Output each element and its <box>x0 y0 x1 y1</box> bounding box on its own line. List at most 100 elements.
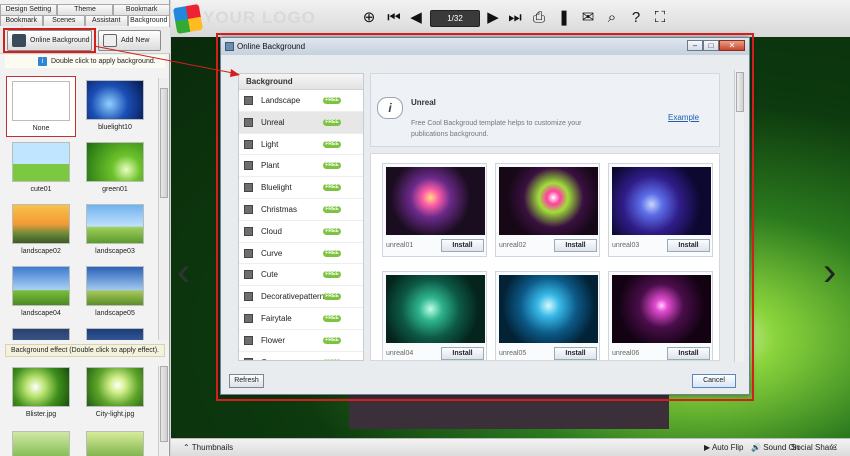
background-item-landscape05[interactable]: landscape05 <box>80 266 150 317</box>
template-card[interactable]: unreal05 Install <box>495 271 600 360</box>
tab-background[interactable]: Background <box>127 15 170 26</box>
effect-item-partial[interactable] <box>80 431 150 456</box>
category-item[interactable]: Landscape FREE <box>239 90 363 112</box>
category-checkbox[interactable] <box>244 161 253 171</box>
category-checkbox[interactable] <box>244 292 253 302</box>
online-background-button[interactable]: Online Background <box>7 30 92 51</box>
background-item-partial[interactable] <box>80 328 150 340</box>
tab-scenes[interactable]: Scenes <box>42 15 85 26</box>
previous-arrow-icon[interactable]: ‹ <box>177 242 191 302</box>
maximize-button[interactable]: □ <box>703 40 719 51</box>
background-label: landscape04 <box>21 310 61 317</box>
effect-hint: Background effect (Double click to apply… <box>5 344 165 357</box>
background-item-landscape03[interactable]: landscape03 <box>80 204 150 255</box>
template-card[interactable]: unreal04 Install <box>382 271 487 360</box>
scrollbar-thumb[interactable] <box>160 88 168 198</box>
tab-bookmark[interactable]: Bookmark <box>113 4 171 15</box>
category-checkbox[interactable] <box>244 313 253 323</box>
next-page-icon[interactable]: ▶ <box>485 10 501 26</box>
effect-item-blister[interactable]: Blister.jpg <box>6 367 76 418</box>
category-item[interactable]: Decorativepattern FREE <box>239 286 363 308</box>
dialog-title-bar[interactable]: Online Background – □ ✕ <box>221 38 749 55</box>
scrollbar-thumb[interactable] <box>160 366 168 442</box>
category-checkbox[interactable] <box>244 357 253 360</box>
template-card[interactable]: unreal06 Install <box>608 271 713 360</box>
first-page-icon[interactable]: ⏮ <box>386 10 402 26</box>
effect-item-city-light[interactable]: City-light.jpg <box>80 367 150 418</box>
category-checkbox[interactable] <box>244 183 253 193</box>
fullscreen-icon[interactable]: ⛶ <box>652 10 668 26</box>
install-button[interactable]: Install <box>667 239 710 252</box>
background-label: green01 <box>102 186 128 193</box>
add-new-button[interactable]: Add New <box>98 30 161 51</box>
search-icon[interactable]: ⌕ <box>604 10 620 26</box>
category-item[interactable]: Bluelight FREE <box>239 177 363 199</box>
background-item-cute01[interactable]: cute01 <box>6 142 76 193</box>
bookmark-icon[interactable]: ❚ <box>556 10 572 26</box>
minimize-button[interactable]: – <box>687 40 703 51</box>
category-item[interactable]: Green FREE <box>239 352 363 360</box>
category-item[interactable]: Unreal FREE <box>239 111 363 134</box>
category-item[interactable]: Plant FREE <box>239 155 363 178</box>
cancel-button[interactable]: Cancel <box>692 374 736 388</box>
fullscreen-bottom-icon[interactable]: ⛶ <box>831 439 837 456</box>
category-label: Plant <box>261 161 280 171</box>
background-item-bluelight10[interactable]: bluelight10 <box>80 80 150 131</box>
last-page-icon[interactable]: ⏭ <box>507 10 523 26</box>
tab-theme[interactable]: Theme <box>56 4 114 15</box>
category-item[interactable]: Light FREE <box>239 134 363 156</box>
refresh-button[interactable]: Refresh <box>229 374 264 388</box>
background-item-none[interactable]: None <box>6 76 76 137</box>
template-card[interactable]: unreal02 Install <box>495 163 600 257</box>
free-badge: FREE <box>323 358 341 360</box>
category-label: Fairytale <box>261 313 292 323</box>
close-button[interactable]: ✕ <box>719 40 745 51</box>
auto-flip-button[interactable]: ▶ Auto Flip <box>704 439 744 456</box>
tab-design-setting[interactable]: Design Setting <box>0 4 57 15</box>
page-indicator[interactable]: 1/32 <box>430 10 480 27</box>
scrollbar-thumb[interactable] <box>736 72 744 112</box>
category-checkbox[interactable] <box>244 226 253 236</box>
effect-thumb <box>12 367 70 407</box>
category-checkbox[interactable] <box>244 96 253 105</box>
next-arrow-icon[interactable]: › <box>823 242 837 302</box>
category-item[interactable]: Cloud FREE <box>239 221 363 243</box>
effect-scrollbar[interactable] <box>158 366 168 456</box>
dialog-scrollbar[interactable] <box>734 70 744 362</box>
tab-assistant[interactable]: Assistant <box>85 15 128 26</box>
background-item-landscape04[interactable]: landscape04 <box>6 266 76 317</box>
background-item-landscape02[interactable]: landscape02 <box>6 204 76 255</box>
thumbnails-button[interactable]: ⌃ Thumbnails <box>183 439 233 456</box>
category-item[interactable]: Flower FREE <box>239 330 363 352</box>
install-button[interactable]: Install <box>441 347 484 360</box>
email-icon[interactable]: ✉ <box>580 10 596 26</box>
category-checkbox[interactable] <box>244 117 253 127</box>
zoom-in-icon[interactable]: ⊕ <box>361 10 377 26</box>
install-button[interactable]: Install <box>667 347 710 360</box>
template-card[interactable]: unreal03 Install <box>608 163 713 257</box>
print-icon[interactable]: ⎙ <box>531 10 547 26</box>
category-item[interactable]: Curve FREE <box>239 243 363 265</box>
effect-item-partial[interactable] <box>6 431 76 456</box>
category-checkbox[interactable] <box>244 204 253 214</box>
template-card[interactable]: unreal01 Install <box>382 163 487 257</box>
previous-page-icon[interactable]: ◀ <box>408 10 424 26</box>
help-icon[interactable]: ? <box>628 10 644 26</box>
install-button[interactable]: Install <box>554 347 597 360</box>
category-item[interactable]: Fairytale FREE <box>239 308 363 330</box>
example-link[interactable]: Example <box>668 113 699 122</box>
social-share-button[interactable]: Social Share <box>791 439 836 456</box>
category-item[interactable]: Cute FREE <box>239 264 363 287</box>
install-button[interactable]: Install <box>554 239 597 252</box>
background-scrollbar[interactable] <box>158 78 168 340</box>
category-item[interactable]: Christmas FREE <box>239 199 363 221</box>
category-checkbox[interactable] <box>244 139 253 149</box>
category-checkbox[interactable] <box>244 248 253 258</box>
tab-bookmark-tabs[interactable]: Bookmark Tabs <box>0 15 43 34</box>
category-checkbox[interactable] <box>244 335 253 345</box>
effect-thumb <box>12 431 70 456</box>
background-item-green01[interactable]: green01 <box>80 142 150 193</box>
category-checkbox[interactable] <box>244 270 253 280</box>
background-item-partial[interactable] <box>6 328 76 340</box>
install-button[interactable]: Install <box>441 239 484 252</box>
